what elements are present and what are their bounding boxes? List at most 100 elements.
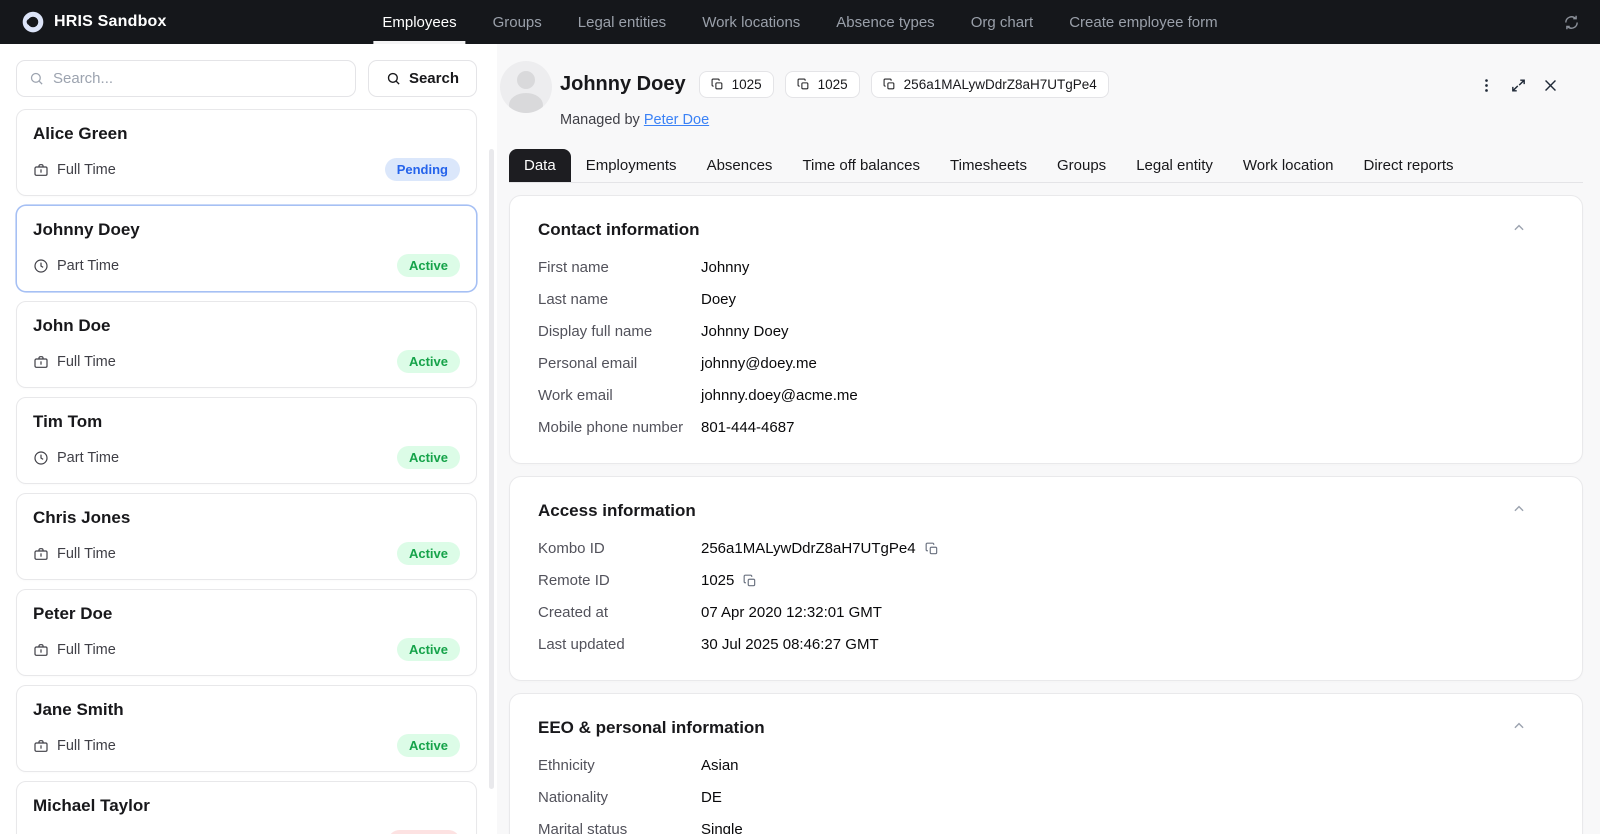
page-body: Search Alice Green Full Time Pending Joh… xyxy=(0,44,1600,834)
detail-tab[interactable]: Data xyxy=(509,149,571,182)
employment-type-label: Full Time xyxy=(57,545,116,562)
section-title: Access information xyxy=(538,501,696,520)
field-value-text: johnny@doey.me xyxy=(701,355,817,372)
chevron-up-icon[interactable] xyxy=(1512,719,1526,733)
field-value: Asian xyxy=(701,757,739,774)
chevron-up-icon[interactable] xyxy=(1512,502,1526,516)
employee-name: Michael Taylor xyxy=(33,796,150,815)
employee-name: Jane Smith xyxy=(33,700,124,719)
manager-link[interactable]: Peter Doe xyxy=(644,112,709,128)
field-label: Last name xyxy=(538,291,609,308)
field-value-text: Johnny xyxy=(701,259,750,276)
employee-card[interactable]: Peter Doe Full Time Active xyxy=(16,589,477,676)
field-value-text: 1025 xyxy=(701,572,735,589)
section-access-information: Access information Kombo ID 256a1MALywDd… xyxy=(509,476,1583,681)
detail-tab[interactable]: Work location xyxy=(1228,149,1349,182)
field-row: Display full name Johnny Doey xyxy=(538,323,1554,340)
field-label: Last updated xyxy=(538,636,625,653)
employee-name: John Doe xyxy=(33,316,111,335)
topnav-item[interactable]: Work locations xyxy=(702,0,800,44)
field-row: Created at 07 Apr 2020 12:32:01 GMT xyxy=(538,604,1554,621)
detail-tab[interactable]: Absences xyxy=(692,149,788,182)
field-value-text: johnny.doey@acme.me xyxy=(701,387,858,404)
id-chip[interactable]: 256a1MALywDdrZ8aH7UTgPe4 xyxy=(870,71,1109,98)
field-value: johnny@doey.me xyxy=(701,355,817,372)
employee-card[interactable]: Johnny Doey Part Time Active xyxy=(16,205,477,292)
detail-tab[interactable]: Timesheets xyxy=(935,149,1042,182)
briefcase-icon xyxy=(34,163,48,176)
kebab-menu-icon[interactable] xyxy=(1478,77,1495,94)
field-label: Remote ID xyxy=(538,572,610,589)
field-label: Nationality xyxy=(538,789,609,806)
topnav-item[interactable]: Groups xyxy=(493,0,542,44)
expand-icon[interactable] xyxy=(1510,77,1527,94)
employee-name: Peter Doe xyxy=(33,604,113,623)
topnav-item[interactable]: Create employee form xyxy=(1069,0,1217,44)
employee-card[interactable]: Alice Green Full Time Pending xyxy=(16,109,477,196)
topnav-item[interactable]: Org chart xyxy=(971,0,1034,44)
field-value: DE xyxy=(701,789,722,806)
field-value-text: 07 Apr 2020 12:32:01 GMT xyxy=(701,604,882,621)
field-value: Single xyxy=(701,821,743,834)
brand: HRIS Sandbox xyxy=(22,11,167,33)
employee-detail-panel: Johnny Doey 1025 1025 256a1MALywDdrZ8aH7… xyxy=(497,44,1600,834)
employee-name: Chris Jones xyxy=(33,508,131,527)
briefcase-icon xyxy=(34,739,48,752)
detail-tabs: Data Employments Absences Time off balan… xyxy=(509,149,1583,183)
detail-tab[interactable]: Employments xyxy=(571,149,692,182)
field-label: First name xyxy=(538,259,609,276)
field-label: Ethnicity xyxy=(538,757,595,774)
employee-card[interactable]: Jane Smith Full Time Active xyxy=(16,685,477,772)
employment-type: Part Time xyxy=(33,450,119,466)
app-title: HRIS Sandbox xyxy=(54,13,167,30)
detail-tab[interactable]: Legal entity xyxy=(1121,149,1228,182)
person-silhouette-icon xyxy=(509,71,543,113)
employee-meta: Part Time Active xyxy=(33,254,460,277)
status-badge: Pending xyxy=(384,158,460,181)
search-button[interactable]: Search xyxy=(367,60,477,97)
copy-icon[interactable] xyxy=(925,542,939,556)
employment-type-label: Part Time xyxy=(57,257,120,274)
employee-card[interactable]: John Doe Full Time Active xyxy=(16,301,477,388)
status-badge: Active xyxy=(396,254,460,277)
detail-header: Johnny Doey 1025 1025 256a1MALywDdrZ8aH7… xyxy=(497,61,1600,128)
field-row: Kombo ID 256a1MALywDdrZ8aH7UTgPe4 xyxy=(538,540,1554,557)
field-label: Personal email xyxy=(538,355,638,372)
detail-tab[interactable]: Groups xyxy=(1042,149,1121,182)
employee-card[interactable]: Michael Taylor Full Time Inactive xyxy=(16,781,477,834)
employee-card[interactable]: Chris Jones Full Time Active xyxy=(16,493,477,580)
chevron-up-icon[interactable] xyxy=(1512,221,1526,235)
field-row: Last updated 30 Jul 2025 08:46:27 GMT xyxy=(538,636,1554,653)
employee-name: Alice Green xyxy=(33,124,128,143)
employee-meta: Full Time Active xyxy=(33,638,460,661)
employment-type: Full Time xyxy=(33,738,116,754)
clock-icon xyxy=(34,258,48,273)
employee-meta: Full Time Pending xyxy=(33,158,460,181)
refresh-icon[interactable] xyxy=(1563,14,1580,31)
topnav-item[interactable]: Employees xyxy=(373,0,466,44)
status-badge: Inactive xyxy=(387,830,460,834)
status-badge: Active xyxy=(396,446,460,469)
sidebar-scrollbar[interactable] xyxy=(489,149,494,789)
field-row: First name Johnny xyxy=(538,259,1554,276)
id-chip-value: 1025 xyxy=(817,77,848,92)
search-row: Search xyxy=(16,60,477,97)
search-input[interactable] xyxy=(53,70,343,87)
detail-tab[interactable]: Time off balances xyxy=(787,149,935,182)
copy-icon xyxy=(711,78,722,90)
copy-icon[interactable] xyxy=(743,574,757,588)
detail-tab[interactable]: Direct reports xyxy=(1349,149,1469,182)
field-value-text: 30 Jul 2025 08:46:27 GMT xyxy=(701,636,879,653)
employee-meta: Full Time Active xyxy=(33,734,460,757)
employee-sidebar: Search Alice Green Full Time Pending Joh… xyxy=(0,44,497,834)
field-value-text: 256a1MALywDdrZ8aH7UTgPe4 xyxy=(701,540,916,557)
employee-meta: Full Time Active xyxy=(33,350,460,373)
topnav-item[interactable]: Legal entities xyxy=(578,0,666,44)
status-badge: Active xyxy=(396,638,460,661)
topnav-item[interactable]: Absence types xyxy=(836,0,934,44)
close-icon[interactable] xyxy=(1542,77,1559,94)
id-chip[interactable]: 1025 xyxy=(698,71,774,98)
field-value-text: 801-444-4687 xyxy=(701,419,795,436)
employee-card[interactable]: Tim Tom Part Time Active xyxy=(16,397,477,484)
id-chip[interactable]: 1025 xyxy=(784,71,860,98)
